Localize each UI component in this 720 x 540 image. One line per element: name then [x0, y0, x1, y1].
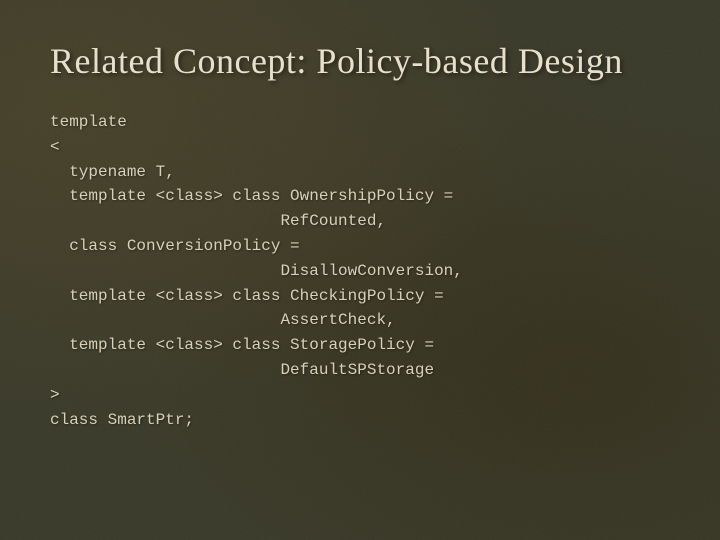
code-line-9: AssertCheck, — [50, 308, 670, 333]
code-line-13: class SmartPtr; — [50, 408, 670, 433]
code-line-4: template <class> class OwnershipPolicy = — [50, 184, 670, 209]
code-line-2: < — [50, 135, 670, 160]
code-line-12: > — [50, 383, 670, 408]
code-line-1: template — [50, 110, 670, 135]
code-line-6: class ConversionPolicy = — [50, 234, 670, 259]
code-line-8: template <class> class CheckingPolicy = — [50, 284, 670, 309]
slide-background: Related Concept: Policy-based Design tem… — [0, 0, 720, 540]
code-line-3: typename T, — [50, 160, 670, 185]
code-line-10: template <class> class StoragePolicy = — [50, 333, 670, 358]
code-line-7: DisallowConversion, — [50, 259, 670, 284]
slide-title: Related Concept: Policy-based Design — [50, 40, 670, 82]
code-line-11: DefaultSPStorage — [50, 358, 670, 383]
code-line-5: RefCounted, — [50, 209, 670, 234]
code-block: template < typename T, template <class> … — [50, 110, 670, 432]
